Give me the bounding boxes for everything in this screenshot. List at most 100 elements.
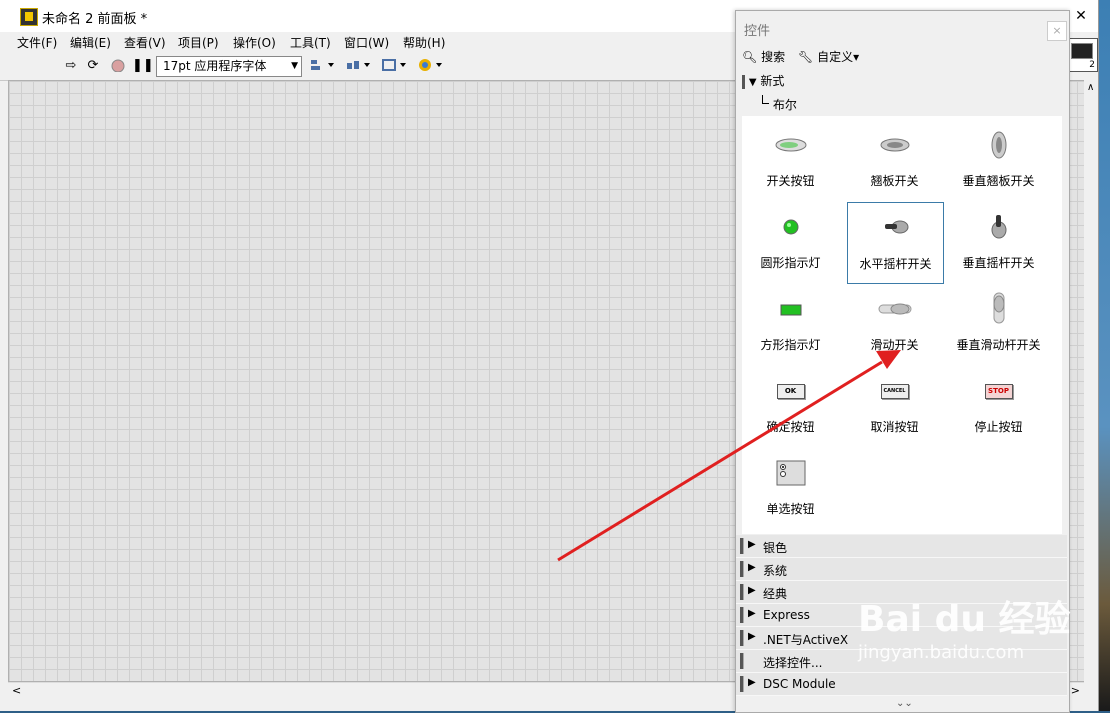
- palette-item-vertical-rocker[interactable]: 垂直翘板开关: [951, 120, 1046, 200]
- expand-right-icon: ▶: [748, 631, 756, 642]
- palette-item-label: 取消按钮: [870, 420, 919, 434]
- palette-item-label: 垂直滑动杆开关: [956, 338, 1041, 352]
- toggle-button-icon: [775, 138, 806, 152]
- palette-item-label: 翘板开关: [870, 174, 919, 188]
- expand-right-icon: ▶: [748, 585, 756, 596]
- menu-help[interactable]: 帮助(H): [403, 34, 445, 51]
- distribute-objects-icon[interactable]: [344, 58, 372, 74]
- expand-right-icon: ▶: [748, 677, 756, 688]
- palette-customize-label: 自定义▾: [817, 50, 860, 64]
- menu-view[interactable]: 查看(V): [124, 34, 166, 51]
- menu-operate[interactable]: 操作(O): [233, 34, 276, 51]
- vi-icon-number: 2: [1089, 60, 1095, 70]
- vi-icon-graphic: [1071, 43, 1093, 59]
- rocker-switch-icon: [880, 138, 909, 152]
- expand-right-icon: ▶: [748, 539, 756, 550]
- close-button[interactable]: ✕: [1066, 4, 1096, 28]
- palette-customize-button[interactable]: 🔧︎ 自定义▾: [798, 48, 859, 65]
- category-modern[interactable]: ▼ 新式: [742, 72, 784, 89]
- horizontal-toggle-icon: [884, 220, 908, 234]
- scroll-right-icon[interactable]: >: [1071, 684, 1080, 697]
- scroll-left-icon[interactable]: <: [12, 684, 21, 697]
- font-select[interactable]: 17pt 应用程序字体 ▼: [156, 56, 302, 77]
- wrench-icon: 🔧︎: [798, 50, 814, 64]
- menu-tools[interactable]: 工具(T): [290, 34, 331, 51]
- category-silver[interactable]: ▶ 银色: [736, 535, 1067, 558]
- drag-handle: [740, 653, 744, 669]
- palette-item-slide-switch[interactable]: 滑动开关: [847, 284, 942, 364]
- palette-item-radio-buttons[interactable]: 单选按钮: [743, 448, 838, 528]
- menu-project[interactable]: 项目(P): [178, 34, 219, 51]
- category-label: DSC Module: [763, 677, 836, 691]
- scroll-more-icon[interactable]: ⌄⌄: [896, 698, 913, 709]
- expand-right-icon: ▶: [748, 562, 756, 573]
- category-label: 新式: [760, 74, 785, 88]
- square-led-icon: [780, 304, 801, 316]
- vertical-rocker-icon: [991, 131, 1006, 159]
- palette-item-label: 水平摇杆开关: [859, 257, 932, 271]
- palette-item-ok-button[interactable]: OK 确定按钮: [743, 366, 838, 446]
- watermark-brand: Bai du 经验: [858, 599, 1071, 640]
- slide-switch-icon: [878, 303, 911, 315]
- chevron-down-icon: ▼: [291, 61, 298, 71]
- scroll-up-icon[interactable]: ∧: [1087, 82, 1094, 93]
- palette-item-label: 停止按钮: [974, 420, 1023, 434]
- vertical-toggle-icon: [991, 215, 1006, 239]
- category-label: Express: [763, 608, 810, 622]
- run-arrow-icon[interactable]: ⇨: [63, 58, 79, 74]
- reorder-icon[interactable]: [416, 58, 444, 74]
- palette-item-rocker-switch[interactable]: 翘板开关: [847, 120, 942, 200]
- palette-item-vertical-toggle[interactable]: 垂直摇杆开关: [951, 202, 1046, 282]
- stop-button-icon: STOP: [984, 384, 1013, 399]
- category-system[interactable]: ▶ 系统: [736, 558, 1067, 581]
- palette-item-horizontal-toggle[interactable]: 水平摇杆开关: [847, 202, 944, 284]
- align-objects-icon[interactable]: [308, 58, 336, 74]
- menu-window[interactable]: 窗口(W): [344, 34, 389, 51]
- cancel-button-icon: CANCEL: [880, 384, 909, 399]
- palette-item-vertical-slide[interactable]: 垂直滑动杆开关: [951, 284, 1046, 364]
- pause-icon[interactable]: ❚❚: [132, 58, 154, 74]
- drag-handle: [740, 584, 744, 600]
- palette-title: 控件: [744, 24, 771, 39]
- resize-objects-icon[interactable]: [380, 58, 408, 74]
- round-led-icon: [783, 219, 798, 235]
- abort-execution-icon[interactable]: [110, 58, 126, 74]
- category-label: 经典: [763, 587, 788, 601]
- drag-handle: [740, 676, 744, 692]
- subcategory-label: 布尔: [772, 98, 797, 112]
- palette-search-label: 搜索: [761, 50, 786, 64]
- category-label: 银色: [763, 541, 788, 555]
- palette-close-button[interactable]: ×: [1047, 21, 1067, 41]
- radio-buttons-icon: [776, 460, 805, 486]
- palette-item-toggle-button[interactable]: 开关按钮: [743, 120, 838, 200]
- drag-handle: [742, 74, 745, 89]
- category-label: 选择控件...: [763, 656, 823, 670]
- palette-item-square-led[interactable]: 方形指示灯: [743, 284, 838, 364]
- palette-item-label: 垂直翘板开关: [962, 174, 1035, 188]
- vertical-slide-icon: [993, 292, 1004, 324]
- window-title: 未命名 2 前面板 *: [42, 12, 148, 27]
- tree-connector: [762, 95, 769, 104]
- subcategory-boolean: 布尔: [762, 95, 797, 113]
- expand-right-icon: ▶: [748, 608, 756, 619]
- palette-item-stop-button[interactable]: STOP 停止按钮: [951, 366, 1046, 446]
- run-continuously-icon[interactable]: ⟳: [84, 58, 102, 74]
- palette-item-cancel-button[interactable]: CANCEL 取消按钮: [847, 366, 942, 446]
- palette-search-button[interactable]: 🔍︎ 搜索: [742, 48, 785, 65]
- palette-item-round-led[interactable]: 圆形指示灯: [743, 202, 838, 282]
- vi-icon-pane[interactable]: 2: [1066, 38, 1098, 72]
- drag-handle: [740, 607, 744, 623]
- category-dsc-module[interactable]: ▶ DSC Module: [736, 673, 1067, 696]
- font-select-value: 17pt 应用程序字体: [163, 59, 267, 73]
- palette-item-label: 确定按钮: [766, 420, 815, 434]
- drag-handle: [740, 538, 744, 554]
- ok-button-icon: OK: [776, 384, 805, 399]
- drag-handle: [740, 561, 744, 577]
- palette-item-label: 开关按钮: [766, 174, 815, 188]
- category-label: .NET与ActiveX: [763, 633, 849, 647]
- menu-file[interactable]: 文件(F): [17, 34, 57, 51]
- labview-app-icon: [20, 8, 38, 26]
- baidu-watermark-logo: Bai du 经验 jingyan.baidu.com: [858, 590, 1108, 670]
- search-icon: 🔍︎: [742, 50, 758, 64]
- menu-edit[interactable]: 编辑(E): [70, 34, 111, 51]
